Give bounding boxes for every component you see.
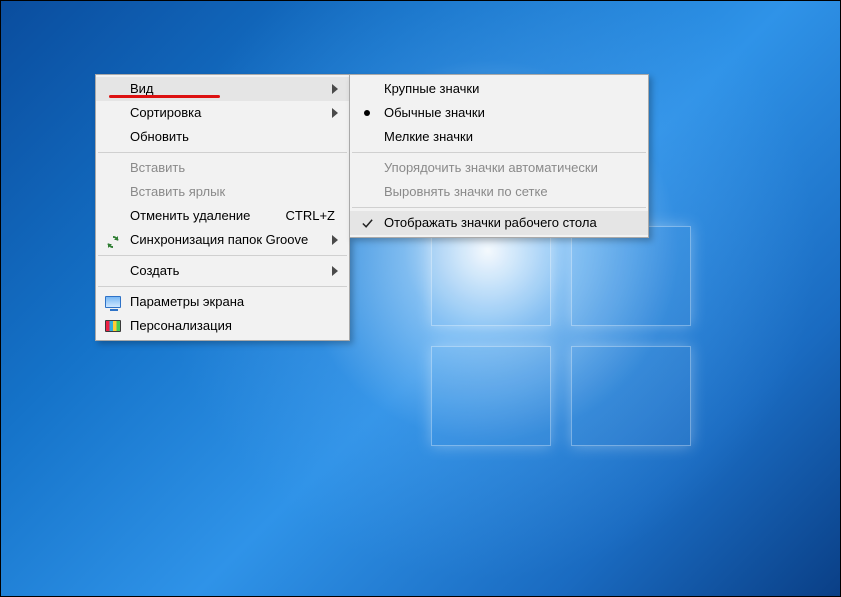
check-icon xyxy=(358,211,376,235)
menu-item-groove-sync[interactable]: Синхронизация папок Groove xyxy=(96,228,349,252)
monitor-icon xyxy=(104,290,122,314)
menu-item-sort[interactable]: Сортировка xyxy=(96,101,349,125)
menu-separator xyxy=(98,255,347,256)
menu-item-label: Мелкие значки xyxy=(384,129,473,144)
menu-item-shortcut: CTRL+Z xyxy=(286,204,335,228)
menu-item-label: Упорядочить значки автоматически xyxy=(384,160,598,175)
menu-item-undo-delete[interactable]: Отменить удаление CTRL+Z xyxy=(96,204,349,228)
menu-item-label: Вид xyxy=(130,81,154,96)
menu-item-personalize[interactable]: Персонализация xyxy=(96,314,349,338)
menu-item-label: Обновить xyxy=(130,129,189,144)
desktop-context-menu: Вид Сортировка Обновить Вставить Вставит… xyxy=(95,74,350,341)
menu-item-refresh[interactable]: Обновить xyxy=(96,125,349,149)
menu-item-label: Выровнять значки по сетке xyxy=(384,184,548,199)
submenu-item-medium-icons[interactable]: Обычные значки xyxy=(350,101,648,125)
menu-item-label: Вставить ярлык xyxy=(130,184,225,199)
menu-item-display-settings[interactable]: Параметры экрана xyxy=(96,290,349,314)
chevron-right-icon xyxy=(331,259,339,283)
menu-separator xyxy=(352,152,646,153)
menu-item-label: Обычные значки xyxy=(384,105,485,120)
menu-item-label: Крупные значки xyxy=(384,81,479,96)
menu-item-label: Параметры экрана xyxy=(130,294,244,309)
sync-icon xyxy=(104,228,122,252)
chevron-right-icon xyxy=(331,77,339,101)
windows-logo-glow xyxy=(431,226,731,466)
menu-item-paste-shortcut: Вставить ярлык xyxy=(96,180,349,204)
menu-item-label: Отменить удаление xyxy=(130,208,250,223)
personalize-icon xyxy=(104,314,122,338)
menu-item-label: Вставить xyxy=(130,160,185,175)
menu-item-paste: Вставить xyxy=(96,156,349,180)
menu-item-label: Создать xyxy=(130,263,179,278)
submenu-item-small-icons[interactable]: Мелкие значки xyxy=(350,125,648,149)
chevron-right-icon xyxy=(331,228,339,252)
menu-item-label: Сортировка xyxy=(130,105,201,120)
menu-item-label: Отображать значки рабочего стола xyxy=(384,215,597,230)
submenu-item-show-desktop-icons[interactable]: Отображать значки рабочего стола xyxy=(350,211,648,235)
view-submenu: Крупные значки Обычные значки Мелкие зна… xyxy=(349,74,649,238)
submenu-item-align-grid[interactable]: Выровнять значки по сетке xyxy=(350,180,648,204)
radio-selected-icon xyxy=(358,101,376,125)
submenu-item-auto-arrange[interactable]: Упорядочить значки автоматически xyxy=(350,156,648,180)
chevron-right-icon xyxy=(331,101,339,125)
annotation-underline xyxy=(109,95,220,98)
menu-separator xyxy=(352,207,646,208)
menu-separator xyxy=(98,286,347,287)
submenu-item-large-icons[interactable]: Крупные значки xyxy=(350,77,648,101)
menu-item-create[interactable]: Создать xyxy=(96,259,349,283)
menu-item-label: Персонализация xyxy=(130,318,232,333)
menu-item-label: Синхронизация папок Groove xyxy=(130,232,308,247)
menu-separator xyxy=(98,152,347,153)
